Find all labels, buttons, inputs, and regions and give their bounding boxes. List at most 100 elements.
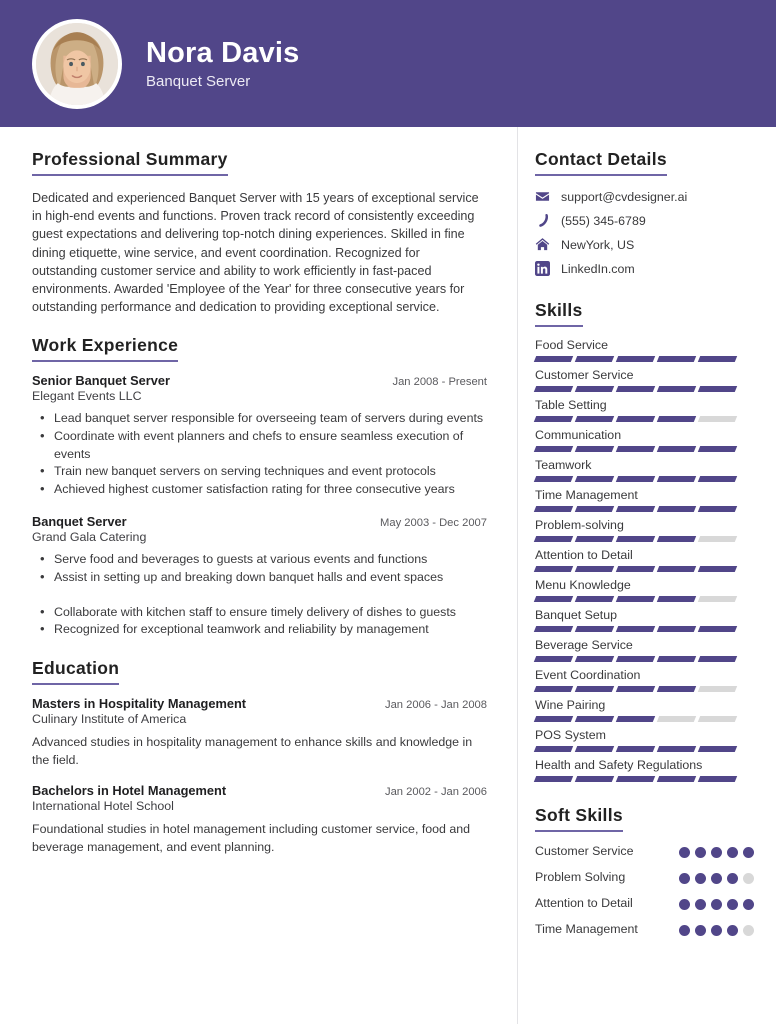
list-item: Coordinate with event planners and chefs… bbox=[32, 427, 487, 463]
soft-skill-rating bbox=[679, 895, 754, 910]
skill-label: Customer Service bbox=[535, 368, 634, 382]
rating-dot bbox=[711, 925, 722, 936]
skill-level-bar bbox=[533, 506, 754, 512]
skill-level-bar bbox=[533, 416, 754, 422]
rating-dot bbox=[743, 873, 754, 884]
work-entry: Banquet Server May 2003 - Dec 2007 Grand… bbox=[32, 514, 487, 638]
skill-label: Problem-solving bbox=[535, 518, 624, 532]
skill-segment bbox=[533, 356, 574, 362]
rating-dot bbox=[727, 847, 738, 858]
work-organization: Elegant Events LLC bbox=[32, 389, 142, 404]
skill-segment bbox=[533, 776, 574, 782]
skill-row: Wine Pairing bbox=[533, 698, 754, 722]
skill-level-bar bbox=[533, 746, 754, 752]
rating-dot bbox=[743, 899, 754, 910]
soft-skill-rating bbox=[679, 869, 754, 884]
skill-segment bbox=[574, 446, 615, 452]
list-item: Recognized for exceptional teamwork and … bbox=[32, 620, 487, 639]
contact-email-value: support@cvdesigner.ai bbox=[561, 189, 688, 204]
skill-row: Banquet Setup bbox=[533, 608, 754, 632]
summary-text: Dedicated and experienced Banquet Server… bbox=[32, 191, 479, 315]
page-title: Nora Davis bbox=[146, 37, 300, 69]
skill-label: Teamwork bbox=[535, 458, 592, 472]
skill-level-bar bbox=[533, 386, 754, 392]
list-item: Serve food and beverages to guests at va… bbox=[32, 550, 487, 569]
skill-segment bbox=[615, 656, 656, 662]
skill-segment bbox=[697, 416, 738, 422]
skill-segment bbox=[656, 566, 697, 572]
education-school: International Hotel School bbox=[32, 799, 174, 814]
skill-row: Communication bbox=[533, 428, 754, 452]
education-degree: Bachelors in Hotel Management bbox=[32, 783, 227, 799]
work-role: Banquet Server bbox=[32, 514, 127, 530]
section-contact-details: Contact Details support@cvdesigner.ai (5… bbox=[535, 149, 754, 276]
contact-list: support@cvdesigner.ai (555) 345-6789 New… bbox=[535, 189, 754, 276]
skill-segment bbox=[615, 476, 656, 482]
contact-phone-value: (555) 345-6789 bbox=[561, 213, 646, 228]
skill-label: Menu Knowledge bbox=[535, 578, 631, 592]
skills-list: Food Service Customer Service Table Settin… bbox=[533, 338, 754, 782]
skill-segment bbox=[533, 536, 574, 542]
soft-skill-label: Problem Solving bbox=[535, 870, 626, 884]
skill-segment bbox=[615, 716, 656, 722]
rating-dot bbox=[679, 925, 690, 936]
work-date: May 2003 - Dec 2007 bbox=[380, 517, 487, 530]
skill-segment bbox=[615, 506, 656, 512]
skill-segment bbox=[615, 446, 656, 452]
skill-segment bbox=[574, 356, 615, 362]
skill-segment bbox=[697, 716, 738, 722]
skill-level-bar bbox=[533, 656, 754, 662]
section-education: Education Masters in Hospitality Managem… bbox=[32, 658, 487, 857]
skill-row: POS System bbox=[533, 728, 754, 752]
resume-body: Professional Summary Dedicated and exper… bbox=[0, 127, 776, 1024]
skill-segment bbox=[533, 446, 574, 452]
skill-level-bar bbox=[533, 626, 754, 632]
list-item: Collaborate with kitchen staff to ensure… bbox=[32, 603, 487, 622]
main-column: Professional Summary Dedicated and exper… bbox=[0, 127, 518, 1024]
contact-row-phone[interactable]: (555) 345-6789 bbox=[535, 213, 754, 228]
education-entry: Masters in Hospitality Management Jan 20… bbox=[32, 696, 487, 770]
skill-row: Beverage Service bbox=[533, 638, 754, 662]
section-heading-work-experience: Work Experience bbox=[32, 335, 179, 363]
contact-row-location[interactable]: NewYork, US bbox=[535, 237, 754, 252]
soft-skill-row: Time Management bbox=[535, 921, 754, 938]
rating-dot bbox=[727, 925, 738, 936]
education-school: Culinary Institute of America bbox=[32, 711, 187, 726]
soft-skill-rating bbox=[679, 843, 754, 858]
skill-segment bbox=[533, 476, 574, 482]
soft-skill-label: Attention to Detail bbox=[535, 896, 633, 910]
skill-segment bbox=[697, 686, 738, 692]
skill-segment bbox=[533, 686, 574, 692]
skill-row: Teamwork bbox=[533, 458, 754, 482]
profile-photo-woman-icon bbox=[36, 22, 118, 105]
rating-dot bbox=[695, 925, 706, 936]
rating-dot bbox=[679, 847, 690, 858]
skill-segment bbox=[533, 506, 574, 512]
skill-segment bbox=[615, 536, 656, 542]
skill-segment bbox=[656, 626, 697, 632]
skill-segment bbox=[697, 656, 738, 662]
skill-row: Food Service bbox=[533, 338, 754, 362]
work-date: Jan 2008 - Present bbox=[392, 376, 487, 389]
skill-row: Time Management bbox=[533, 488, 754, 512]
skill-segment bbox=[697, 536, 738, 542]
skill-segment bbox=[574, 716, 615, 722]
skill-level-bar bbox=[533, 446, 754, 452]
skill-segment bbox=[574, 656, 615, 662]
contact-row-linkedin[interactable]: LinkedIn.com bbox=[535, 261, 754, 276]
section-heading-education: Education bbox=[32, 658, 120, 685]
education-description: Foundational studies in hotel management… bbox=[32, 822, 471, 855]
envelope-icon bbox=[535, 189, 550, 204]
soft-skills-list: Customer Service Problem Solving Attention… bbox=[535, 843, 754, 938]
skill-segment bbox=[574, 476, 615, 482]
list-item: Assist in setting up and breaking down b… bbox=[32, 568, 487, 587]
rating-dot bbox=[727, 873, 738, 884]
skill-segment bbox=[533, 566, 574, 572]
skill-segment bbox=[574, 386, 615, 392]
contact-row-email[interactable]: support@cvdesigner.ai bbox=[535, 189, 754, 204]
section-heading-contact: Contact Details bbox=[535, 149, 667, 176]
skill-segment bbox=[533, 416, 574, 422]
section-soft-skills: Soft Skills Customer Service Problem Solv… bbox=[535, 805, 754, 938]
avatar bbox=[32, 18, 122, 109]
soft-skill-row: Customer Service bbox=[535, 843, 754, 860]
